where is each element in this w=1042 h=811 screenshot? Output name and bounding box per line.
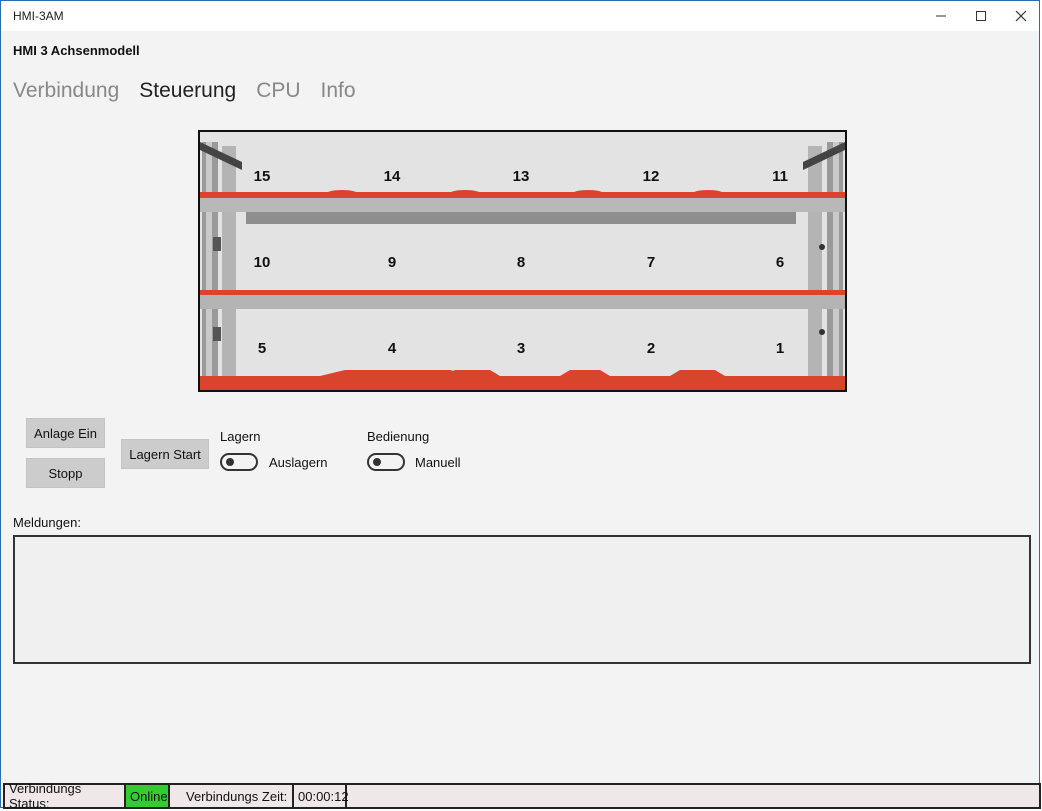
slot-12-label: 12	[642, 168, 660, 185]
bedienung-toggle[interactable]	[367, 453, 405, 471]
bedienung-toggle-text: Manuell	[415, 455, 461, 470]
connection-status-value: Online	[126, 785, 170, 807]
lagern-toggle[interactable]	[220, 453, 258, 471]
connection-status-label: Verbindungs Status:	[5, 781, 126, 811]
tab-bar: Verbindung Steuerung CPU Info	[13, 79, 356, 103]
messages-box[interactable]	[13, 535, 1031, 664]
toggle-knob	[226, 458, 234, 466]
bedienung-label: Bedienung	[367, 429, 430, 444]
status-bar: Verbindungs Status: Online Verbindungs Z…	[3, 781, 1041, 811]
slot-1-label: 1	[775, 340, 785, 357]
slot-9-label: 9	[387, 254, 397, 271]
storage-shelf-image: 15 14 13 12 11 10 9 8 7 6 5 4 3 2 1	[198, 130, 847, 392]
slot-5-label: 5	[257, 340, 267, 357]
tab-verbindung[interactable]: Verbindung	[13, 79, 119, 103]
slot-7-label: 7	[646, 254, 656, 271]
meldungen-label: Meldungen:	[13, 515, 81, 530]
app-title: HMI 3 Achsenmodell	[13, 43, 140, 58]
tab-cpu[interactable]: CPU	[256, 79, 300, 103]
title-bar: HMI-3AM	[1, 1, 1039, 31]
slot-13-label: 13	[512, 168, 530, 185]
maximize-icon	[976, 11, 986, 21]
slot-3-label: 3	[516, 340, 526, 357]
slot-6-label: 6	[775, 254, 785, 271]
anlage-ein-button[interactable]: Anlage Ein	[26, 418, 105, 448]
slot-4-label: 4	[387, 340, 397, 357]
close-button[interactable]	[1001, 1, 1041, 31]
toggle-knob	[373, 458, 381, 466]
connection-time-label: Verbindungs Zeit:	[170, 785, 294, 807]
lagern-label: Lagern	[220, 429, 261, 444]
tab-steuerung[interactable]: Steuerung	[139, 79, 236, 103]
app-window: HMI-3AM HMI 3 Achsenmodell Verbindung St…	[0, 0, 1041, 811]
slot-2-label: 2	[646, 340, 656, 357]
connection-time-value: 00:00:12	[294, 785, 349, 807]
window-title: HMI-3AM	[13, 9, 64, 23]
slot-10-label: 10	[253, 254, 271, 271]
lagern-start-button[interactable]: Lagern Start	[121, 439, 209, 469]
minimize-icon	[936, 15, 946, 17]
lagern-toggle-text: Auslagern	[269, 455, 328, 470]
stopp-button[interactable]: Stopp	[26, 458, 105, 488]
minimize-button[interactable]	[921, 1, 961, 31]
status-bar-filler	[347, 785, 1039, 807]
tab-info[interactable]: Info	[321, 79, 356, 103]
slot-14-label: 14	[383, 168, 401, 185]
maximize-button[interactable]	[961, 1, 1001, 31]
slot-11-label: 11	[772, 168, 788, 185]
slot-15-label: 15	[253, 168, 271, 185]
close-icon	[1015, 10, 1027, 22]
slot-8-label: 8	[516, 254, 526, 271]
